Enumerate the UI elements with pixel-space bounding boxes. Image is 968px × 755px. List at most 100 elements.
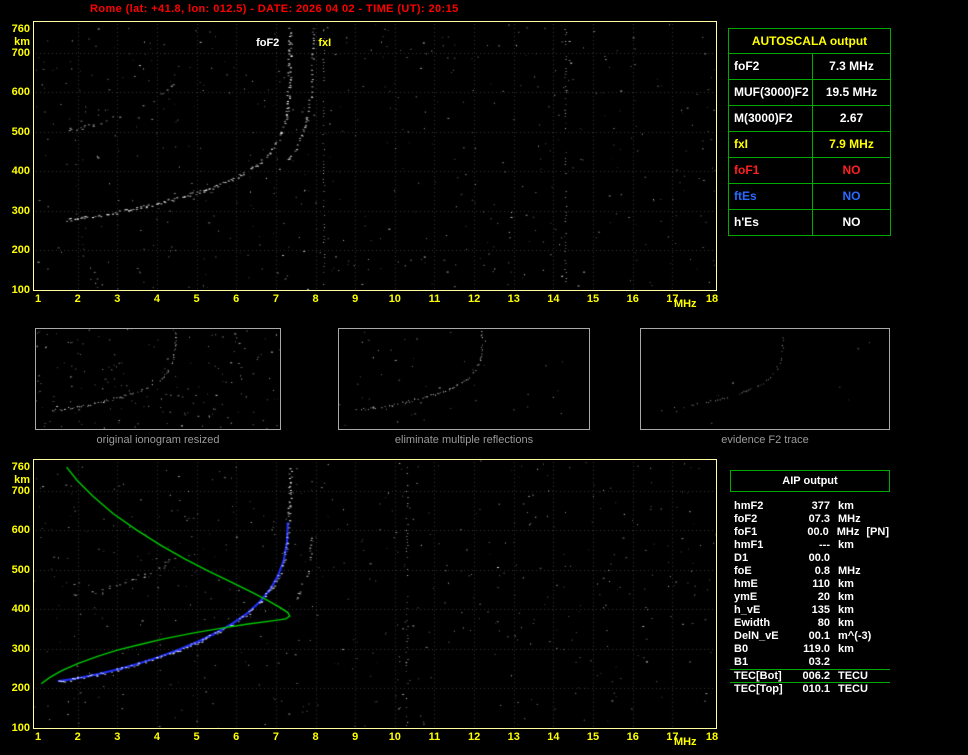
- aip-row-value: 135: [811, 604, 830, 616]
- y-tick-200: 200: [11, 682, 30, 695]
- x-tick-12: 12: [467, 731, 481, 743]
- recorded-ionogram-canvas: [34, 22, 716, 290]
- autoscala-row-label: M(3000)F2: [729, 106, 813, 131]
- aip-row-D1: D1 00.0: [730, 552, 890, 565]
- x-tick-8: 8: [312, 293, 319, 305]
- autoscala-table-rows: foF2 7.3 MHz MUF(3000)F2 19.5 MHz M(3000)F2 2…: [728, 54, 891, 236]
- aip-row-extra: [868, 539, 890, 552]
- aip-row-label: ymE: [734, 591, 758, 603]
- x-tick-5: 5: [193, 293, 200, 305]
- x-tick-9: 9: [352, 731, 359, 743]
- autoscala-row-foF1: foF1 NO: [728, 158, 891, 184]
- aip-row-extra: [868, 591, 890, 604]
- x-tick-15: 15: [586, 293, 600, 305]
- aip-row-unit: TECU: [838, 683, 868, 695]
- aip-row-extra: [868, 617, 890, 630]
- aip-row-h_vE: h_vE 135 km: [730, 604, 890, 617]
- aip-row-unit: MHz: [838, 513, 861, 525]
- aip-row-unit: m^(-3): [838, 630, 872, 642]
- autoscala-row-M(3000)F2: M(3000)F2 2.67: [728, 106, 891, 132]
- autoscala-row-value: 2.67: [839, 111, 864, 125]
- aip-row-foF2: foF2 07.3 MHz: [730, 513, 890, 526]
- autoscala-window: Rome (lat: +41.8, lon: 012.5) - DATE: 20…: [0, 0, 968, 755]
- aip-row-extra: [868, 565, 890, 578]
- autoscala-row-value: 19.5 MHz: [825, 85, 878, 99]
- thumbnail-eliminate-reflections: [338, 328, 590, 430]
- y-tick-300: 300: [11, 642, 30, 655]
- aip-row-label: hmE: [734, 578, 758, 590]
- thumbnail-caption-eliminate: eliminate multiple reflections: [394, 434, 534, 446]
- x-tick-3: 3: [114, 731, 121, 743]
- x-tick-5: 5: [193, 731, 200, 743]
- aip-row-DelN_vE: DelN_vE 00.1 m^(-3): [730, 630, 890, 643]
- aip-row-value: 377: [811, 500, 830, 512]
- y-tick-760: 760: [11, 23, 30, 36]
- aip-row-label: TEC[Bot]: [734, 670, 782, 682]
- aip-row-value: 00.0: [808, 552, 830, 564]
- y-tick-500: 500: [11, 125, 30, 138]
- autoscala-table-title: AUTOSCALA output: [728, 28, 891, 54]
- aip-row-TEC[Top]: TEC[Top] 010.1 TECU: [730, 682, 890, 695]
- y-tick-700: 700: [11, 484, 30, 497]
- x-axis-unit: MHz: [673, 736, 697, 748]
- aip-row-Ewidth: Ewidth 80 km: [730, 617, 890, 630]
- foF2-annotation: foF2: [256, 36, 280, 49]
- autoscala-row-value: 7.9 MHz: [829, 137, 874, 151]
- aip-row-label: TEC[Top]: [734, 683, 783, 695]
- x-tick-4: 4: [153, 293, 160, 305]
- aip-row-label: hmF1: [734, 539, 764, 551]
- autoscala-row-MUF(3000)F2: MUF(3000)F2 19.5 MHz: [728, 80, 891, 106]
- aip-row-value: 010.1: [802, 683, 830, 695]
- autoscala-row-value: NO: [842, 189, 861, 203]
- thumbnail-evidence-f2: [640, 328, 890, 430]
- y-tick-200: 200: [11, 244, 30, 257]
- aip-row-value: 20: [817, 591, 830, 603]
- aip-row-extra: [868, 552, 890, 565]
- thumbnail-eliminate-canvas: [339, 329, 589, 429]
- x-axis-unit: MHz: [673, 298, 697, 310]
- y-tick-600: 600: [11, 86, 30, 99]
- aip-row-label: B1: [734, 656, 749, 668]
- aip-row-extra: [868, 683, 890, 695]
- aip-table-rows: hmF2 377 km foF2 07.3 MHz foF1 00.0 MHz [PN] hmF1 -…: [730, 500, 890, 695]
- y-tick-400: 400: [11, 603, 30, 616]
- aip-row-value: 119.0: [803, 643, 830, 655]
- aip-row-unit: [830, 656, 868, 669]
- aip-row-label: h_vE: [734, 604, 761, 616]
- aip-row-label: D1: [734, 552, 749, 564]
- aip-row-label: Ewidth: [734, 617, 771, 629]
- aip-table-title: AIP output: [730, 470, 890, 492]
- y-tick-700: 700: [11, 46, 30, 59]
- aip-row-unit: km: [838, 578, 854, 590]
- aip-row-unit: MHz: [836, 526, 860, 538]
- x-tick-6: 6: [233, 731, 240, 743]
- x-tick-16: 16: [626, 293, 639, 305]
- aip-row-unit: TECU: [838, 670, 868, 682]
- x-tick-2: 2: [74, 293, 81, 305]
- aip-row-foE: foE 0.8 MHz: [730, 565, 890, 578]
- aip-row-value: 07.3: [808, 513, 830, 525]
- aip-row-value: 00.1: [808, 630, 830, 642]
- aip-row-extra: [868, 656, 890, 669]
- x-tick-18: 18: [705, 293, 719, 305]
- autoscala-row-value: 7.3 MHz: [829, 59, 874, 73]
- interpreted-ionogram-plot: [33, 459, 717, 729]
- y-tick-600: 600: [11, 524, 30, 537]
- x-tick-11: 11: [428, 731, 441, 743]
- aip-row-label: hmF2: [734, 500, 764, 512]
- interpreted-ionogram-canvas: [34, 460, 716, 728]
- x-tick-7: 7: [272, 731, 279, 743]
- x-tick-16: 16: [626, 731, 639, 743]
- autoscala-row-label: MUF(3000)F2: [729, 80, 813, 105]
- x-tick-13: 13: [507, 293, 520, 305]
- x-tick-18: 18: [705, 731, 719, 743]
- aip-row-label: DelN_vE: [734, 630, 779, 642]
- aip-row-unit: MHz: [838, 565, 861, 577]
- aip-row-unit: [830, 552, 868, 565]
- aip-row-label: foE: [734, 565, 752, 577]
- y-tick-760: 760: [11, 461, 30, 474]
- x-tick-13: 13: [507, 731, 520, 743]
- aip-row-unit: km: [838, 617, 854, 629]
- y-tick-400: 400: [11, 165, 30, 178]
- aip-row-value: 006.2: [802, 670, 830, 682]
